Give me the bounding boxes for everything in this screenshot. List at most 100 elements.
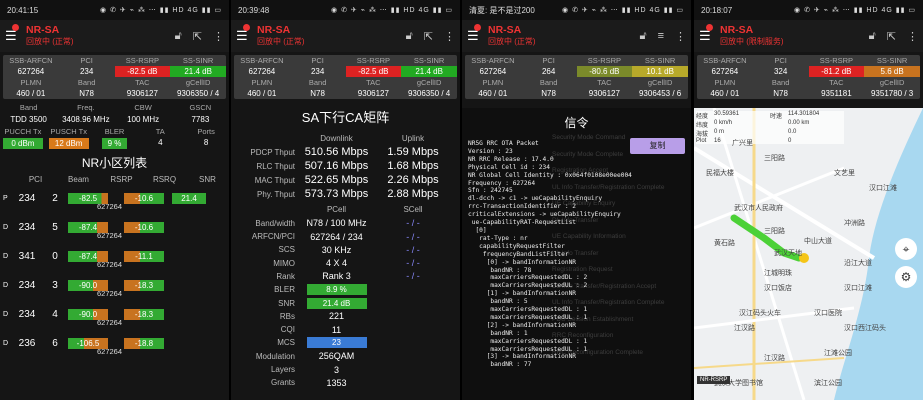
- locate-icon[interactable]: ⌖: [895, 238, 917, 260]
- settings-icon[interactable]: ⚙: [895, 266, 917, 288]
- status-time: 20:18:07: [701, 5, 733, 15]
- table-row: Layers 3: [270, 364, 339, 375]
- panel-map: 20:18:07 ◉ ✆ ✈ ⌁ ⁂ ⋯ ▮▮ HD 4G ▮▮ ▭ ☰ NR-S…: [694, 0, 923, 400]
- log-line: bandNR : 1: [468, 329, 528, 337]
- map-place-label: 文艺里: [834, 170, 855, 177]
- log-line: rat-Type : nr: [468, 234, 528, 242]
- map-place-label: 中山大道: [804, 238, 832, 245]
- log-line: NR Global Cell Identity : 0x064f0108e00e…: [468, 171, 632, 179]
- table-row: Rank Rank 3- / -: [276, 271, 420, 282]
- map-place-label: 江城明珠: [764, 270, 792, 277]
- neighbor-row[interactable]: D 234 4 -90.0 -18.3 627264: [0, 300, 229, 329]
- map-place-label: 沿江大道: [844, 260, 872, 267]
- throughput-table: PDCP Thput 510.56 Mbps 1.59 Mbps RLC Thput 5…: [231, 145, 460, 201]
- table-row: CQI 11: [280, 324, 342, 335]
- map-place-label: 广兴里: [732, 140, 753, 147]
- signaling-dialog: 信令 Security Mode Command Security Mode Co…: [462, 108, 691, 400]
- band-info-labels: Band Freq. CBW GSCN: [19, 103, 212, 112]
- log-line: [0] -> bandInformationNR: [468, 258, 577, 266]
- table-row: BLER 8.9 %: [231, 283, 460, 296]
- app-subtitle: 回放中 (正常): [26, 37, 74, 46]
- table-row: ARFCN/PCI 627264 / 234- / -: [251, 231, 420, 242]
- more-icon[interactable]: ⋮: [213, 30, 224, 43]
- app-header: ☰ NR-SA 回放中 (正常) 🔓︎ ⇱ ⋮: [0, 20, 229, 52]
- log-line: [2] -> bandInformationNR: [468, 321, 577, 329]
- neighbor-row[interactable]: P 234 2 -82.5 -10.6 21.4 627264: [0, 184, 229, 213]
- panel-signaling: 清夏: 是不是过200 ◉ ✆ ✈ ⌁ ⁂ ⋯ ▮▮ HD 4G ▮▮ ▭ ☰ N…: [462, 0, 691, 400]
- filter-icon[interactable]: ≡: [658, 30, 664, 42]
- log-line: Version : 23: [468, 147, 513, 155]
- log-line: rrc-TransactionIdentifier : 2: [468, 203, 577, 211]
- status-icons: ◉ ✆ ✈ ⌁ ⁂ ⋯ ▮▮ HD 4G ▮▮ ▭: [562, 7, 684, 14]
- map-place-label: 滨江公园: [814, 380, 842, 387]
- log-line: bandNR : 78: [468, 266, 532, 274]
- app-subtitle: 回放中 (限制服务): [720, 37, 784, 46]
- log-line: Frequency : 627264: [468, 179, 536, 187]
- status-icons: ◉ ✆ ✈ ⌁ ⁂ ⋯ ▮▮ HD 4G ▮▮ ▭: [331, 7, 453, 14]
- rsrp-value: -82.5 dB: [114, 66, 171, 77]
- log-line: bandNR : 77: [468, 361, 532, 369]
- log-line: maxCarriersRequestedDL : 1: [468, 337, 588, 345]
- map-place-label: 江汉路: [734, 325, 755, 332]
- map-place-label: 黄石路: [714, 240, 735, 247]
- table-row: RBs 221: [279, 311, 345, 322]
- sinr-value: 21.4 dB: [170, 66, 226, 77]
- log-line: capabilityRequestFilter: [468, 242, 565, 250]
- app-title: NR-SA: [720, 24, 754, 36]
- log-line: criticalExtensions -> ueCapabilityEnquir…: [468, 211, 621, 219]
- log-line: NR RRC Release : 17.4.0: [468, 155, 554, 163]
- status-time: 20:41:15: [7, 5, 39, 15]
- neighbor-row[interactable]: D 234 5 -87.4 -10.6 627264: [0, 213, 229, 242]
- more-icon[interactable]: ⋮: [907, 30, 918, 43]
- menu-icon[interactable]: ☰: [236, 24, 252, 44]
- map-place-label: 三阳路: [764, 155, 785, 162]
- neighbor-row[interactable]: D 236 6 -106.5 -18.8 627264: [0, 329, 229, 358]
- serving-cell-card: SSB-ARFCN PCI SS-RSRP SS-SINR 627264 234 -82.…: [3, 55, 226, 99]
- app-title: NR-SA: [257, 24, 291, 36]
- map-place-label: 汉口饭店: [764, 285, 792, 292]
- share-icon[interactable]: ⇱: [424, 30, 433, 43]
- log-line: maxCarriersRequestedUL : 1: [468, 313, 588, 321]
- legend-pill[interactable]: NR-RSRP: [697, 376, 731, 384]
- map-view[interactable]: 经度 30.59361 时速 114.301804 纬度 0 km/h 0.00 km 海拔 0…: [694, 108, 923, 400]
- message-detail: NR5G RRC OTA Packet Version : 23 NR RRC Re…: [462, 140, 638, 369]
- menu-icon[interactable]: ☰: [467, 24, 483, 44]
- app-subtitle: 回放中 (正常): [488, 37, 536, 46]
- menu-icon[interactable]: ☰: [5, 24, 21, 44]
- log-line: maxCarriersRequestedUL : 1: [468, 345, 588, 353]
- lock-icon[interactable]: 🔓︎: [406, 30, 413, 43]
- share-icon[interactable]: ⇱: [887, 30, 896, 43]
- table-row: MIMO 4 X 4- / -: [273, 258, 420, 269]
- lock-icon[interactable]: 🔓︎: [175, 30, 182, 43]
- table-row: SNR 21.4 dB: [231, 296, 460, 309]
- status-icons: ◉ ✆ ✈ ⌁ ⁂ ⋯ ▮▮ HD 4G ▮▮ ▭: [794, 7, 916, 14]
- menu-icon[interactable]: ☰: [699, 24, 715, 44]
- neighbor-row[interactable]: D 234 3 -90.0 -18.3 627264: [0, 271, 229, 300]
- notification-badge: [243, 24, 250, 31]
- gps-table: 经度 30.59361 时速 114.301804 纬度 0 km/h 0.00 km 海拔 0…: [696, 111, 844, 144]
- table-row: Band/width N78 / 100 MHz - / -: [255, 218, 420, 229]
- band-info-values: TDD 3500 3408.96 MHz 100 MHz 7783: [10, 115, 210, 124]
- copy-button[interactable]: 复制: [630, 138, 685, 154]
- notification-badge: [474, 24, 481, 31]
- log-line: [0]: [468, 226, 487, 234]
- log-line: frequencyBandListFilter: [468, 250, 569, 258]
- table-row: Grants 1353: [270, 377, 347, 388]
- status-bar: 20:41:15 ◉ ✆ ✈ ⌁ ⁂ ⋯ ▮▮ HD 4G ▮▮ ▭: [0, 0, 229, 20]
- map-place-label: 武汉市人民政府: [734, 205, 783, 212]
- app-title: NR-SA: [488, 24, 522, 36]
- table-row: PDCP Thput 510.56 Mbps 1.59 Mbps: [250, 146, 439, 159]
- lock-icon[interactable]: 🔓︎: [639, 30, 646, 43]
- neighbor-list: P 234 2 -82.5 -10.6 21.4 627264 D 234 5 -8…: [0, 184, 229, 358]
- log-line: [1] -> bandInformationNR: [468, 290, 577, 298]
- share-icon[interactable]: ⇱: [193, 30, 202, 43]
- log-line: ue-CapabilityRAT-RequestList: [468, 219, 577, 227]
- more-icon[interactable]: ⋮: [444, 30, 455, 43]
- map-place-label: 冲洲路: [844, 220, 865, 227]
- map-place-label: 汉口江滩: [869, 185, 897, 192]
- status-icons: ◉ ✆ ✈ ⌁ ⁂ ⋯ ▮▮ HD 4G ▮▮ ▭: [100, 7, 222, 14]
- more-icon[interactable]: ⋮: [675, 30, 686, 43]
- neighbor-row[interactable]: D 341 0 -87.4 -11.1 627264: [0, 242, 229, 271]
- lock-icon[interactable]: 🔓︎: [869, 30, 876, 43]
- table-row: MAC Thput 522.65 Mbps 2.26 Mbps: [254, 174, 439, 187]
